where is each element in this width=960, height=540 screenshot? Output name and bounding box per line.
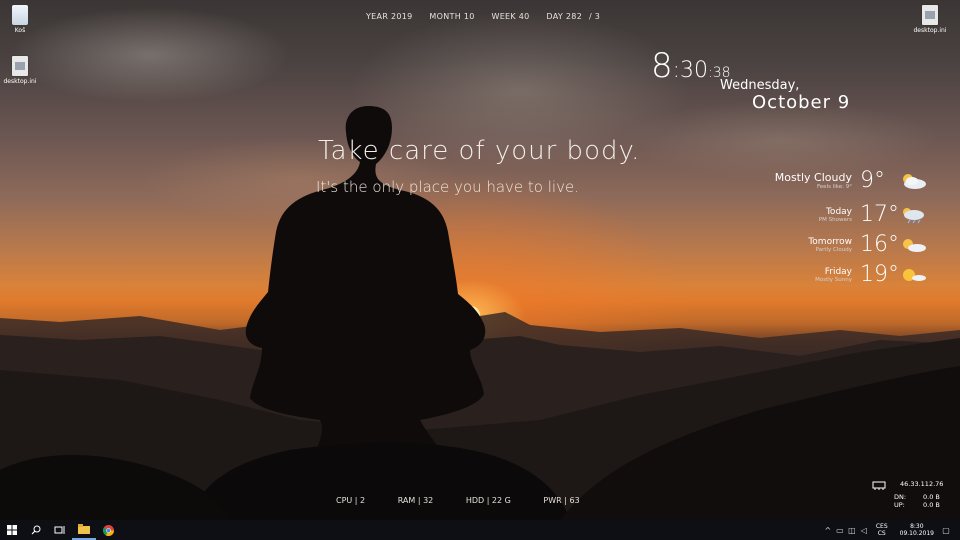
quote-line-1: Take care of your body. — [318, 136, 641, 166]
mostly-sunny-icon — [903, 268, 926, 281]
weather-forecast-friday: Friday Mostly Sunny 19° — [815, 262, 928, 287]
weather-temp: 19° — [860, 262, 899, 287]
ip-address: 46.33.112.76 — [900, 480, 944, 488]
desktop-icon-label: desktop.ini — [913, 27, 947, 34]
quote-line-2: It's the only place you have to live. — [316, 178, 579, 196]
windows-logo-icon — [7, 525, 17, 535]
weather-condition: Mostly Cloudy — [774, 171, 852, 184]
taskbar-time: 8:30 — [910, 523, 924, 530]
task-view-icon — [54, 526, 65, 534]
system-tray: ^ ▭ ◫ ◁ CES CS 8:30 09.10.2019 ▢ — [822, 520, 960, 540]
folder-icon — [78, 524, 90, 534]
network-tray-icon[interactable]: ◫ — [846, 526, 858, 535]
search-icon — [31, 525, 41, 535]
system-monitor-bar: CPU | 2 RAM | 32 HDD | 22 G PWR | 63 — [336, 496, 610, 505]
partly-cloudy-icon — [903, 238, 926, 252]
showers-icon — [903, 207, 924, 223]
chevron-up-icon[interactable]: ^ — [822, 526, 834, 535]
chrome-button[interactable] — [96, 520, 120, 540]
cpu-readout: CPU | 2 — [336, 496, 366, 505]
desktop-icon-desktop-ini[interactable]: desktop.ini — [0, 56, 40, 85]
mostly-cloudy-icon — [903, 173, 926, 189]
desktop-clock: 8:30:38 — [651, 46, 731, 86]
weather-sub: Mostly Sunny — [815, 276, 852, 283]
settings-file-icon — [12, 56, 28, 76]
weather-day: Tomorrow — [808, 236, 852, 247]
desktop-icon-label: Koš — [14, 27, 26, 34]
upload-value: 0.0 B — [923, 501, 940, 509]
download-value: 0.0 B — [923, 493, 940, 501]
desktop-icon-recycle-bin[interactable]: Koš — [0, 5, 40, 34]
pwr-readout: PWR | 63 — [543, 496, 580, 505]
weather-temp: 16° — [860, 232, 899, 257]
clock-weekday: Wednesday, — [720, 78, 800, 93]
file-explorer-button[interactable] — [72, 520, 96, 540]
volume-icon[interactable]: ◁ — [858, 526, 870, 535]
month-label: MONTH 10 — [429, 12, 475, 21]
search-button[interactable] — [24, 520, 48, 540]
calendar-info-bar: YEAR 2019 MONTH 10 WEEK 40 DAY 282 / 3 — [366, 12, 614, 21]
language-top: CES — [875, 523, 888, 530]
year-label: YEAR 2019 — [366, 12, 413, 21]
recycle-bin-icon — [12, 5, 28, 25]
desktop-icon-desktop-ini-right[interactable]: desktop.ini — [910, 5, 950, 34]
wallpaper-scene — [0, 106, 960, 520]
hdd-readout: HDD | 22 G — [465, 496, 511, 505]
taskbar-date: 09.10.2019 — [899, 530, 934, 537]
taskbar-clock[interactable]: 8:30 09.10.2019 — [900, 523, 934, 537]
upload-label: UP: — [894, 501, 905, 509]
weather-forecast-today: Today PM Showers 17° — [819, 202, 928, 227]
weather-current: Mostly Cloudy Feels like: 9° 9° — [775, 168, 928, 193]
clock-date: October 9 — [752, 92, 851, 113]
ram-readout: RAM | 32 — [397, 496, 434, 505]
weather-day: Friday — [824, 266, 852, 277]
battery-icon[interactable]: ▭ — [834, 526, 846, 535]
clock-minute: :30 — [672, 58, 709, 83]
weather-sub: Partly Cloudy — [815, 246, 852, 253]
start-button[interactable] — [0, 520, 24, 540]
network-icon — [872, 481, 886, 490]
desktop-icon-label: desktop.ini — [3, 78, 37, 85]
language-bottom: CS — [877, 530, 886, 537]
language-indicator[interactable]: CES CS — [876, 523, 888, 537]
download-label: DN: — [894, 493, 907, 501]
weather-temp: 17° — [860, 202, 899, 227]
week-label: WEEK 40 — [491, 12, 530, 21]
weather-forecast-tomorrow: Tomorrow Partly Cloudy 16° — [808, 232, 928, 257]
clock-hour: 8 — [651, 46, 673, 86]
weather-sub: Feels like: 9° — [816, 184, 852, 190]
day-label: DAY 282 — [546, 12, 583, 21]
weather-sub: PM Showers — [818, 216, 852, 223]
weather-temp: 9° — [860, 168, 885, 193]
settings-file-icon — [922, 5, 938, 25]
notification-icon[interactable]: ▢ — [940, 526, 952, 535]
day-suffix: / 3 — [588, 12, 601, 21]
weather-day: Today — [825, 206, 852, 217]
chrome-icon — [102, 524, 114, 536]
taskbar: ^ ▭ ◫ ◁ CES CS 8:30 09.10.2019 ▢ — [0, 520, 960, 540]
task-view-button[interactable] — [48, 520, 72, 540]
